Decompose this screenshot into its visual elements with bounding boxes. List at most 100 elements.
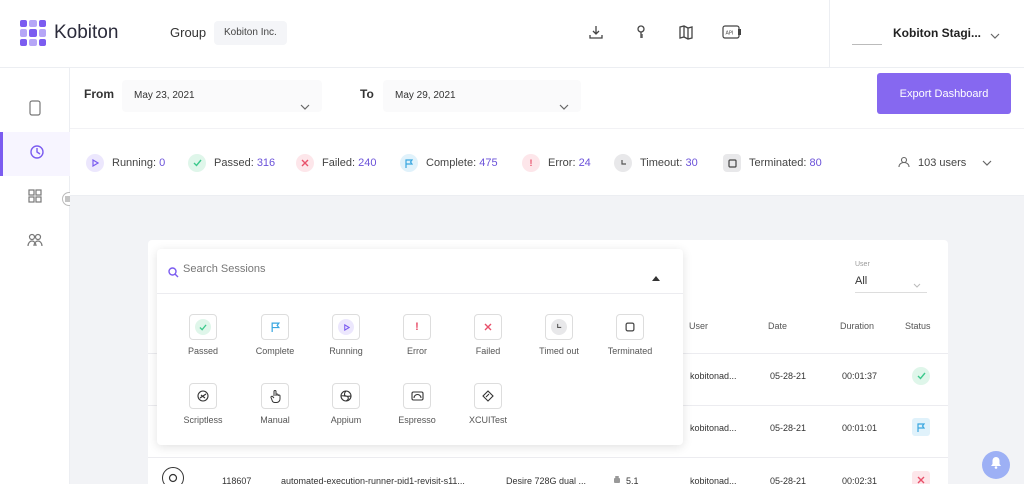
session-status-summary: Running: 0 Passed: 316 Failed: 240 Compl… [70,128,1024,196]
stat-value: 30 [685,157,698,169]
column-header-date[interactable]: Date [768,321,787,331]
filter-option-label: Running [329,346,363,356]
stat-label: Timeout: [640,157,683,169]
search-bar [157,249,683,294]
filter-option-running[interactable]: Running [309,314,383,356]
row-date: 05-28-21 [770,476,807,484]
filter-option-xcuitest[interactable]: XCUITest [451,383,525,425]
app-name: Kobiton [54,22,119,43]
row-user: kobitonad... [690,371,737,381]
filter-option-error[interactable]: ! Error [380,314,454,356]
stat-value: 24 [578,157,591,169]
exclamation-icon: ! [403,314,431,340]
filter-option-label: Complete [255,346,295,356]
x-icon [296,154,314,172]
stat-value: 240 [358,157,377,169]
filter-option-timed-out[interactable]: Timed out [522,314,596,356]
chevron-down-icon[interactable] [990,26,1000,44]
svg-text:API: API [726,31,734,37]
row-os-version: 5.1 [626,476,639,484]
status-failed-icon [912,471,930,484]
account-name[interactable]: Kobiton Stagi... [893,26,981,40]
map-icon[interactable] [676,22,696,42]
group-selector[interactable]: Kobiton Inc. [214,21,287,45]
filter-option-failed[interactable]: Failed [451,314,525,356]
sidebar-item-users[interactable] [0,220,70,264]
chevron-down-icon [913,279,921,291]
users-count: 103 users [918,157,967,169]
kobiton-logo[interactable]: Kobiton [20,20,118,46]
sidebar-item-apps[interactable] [0,176,70,220]
filter-option-manual[interactable]: Manual [238,383,312,425]
column-header-user[interactable]: User [689,321,708,331]
stat-label: Running: [112,157,157,169]
sidebar-item-devices[interactable] [0,88,70,132]
stat-label: Terminated: [749,157,807,169]
export-dashboard-button[interactable]: Export Dashboard [877,73,1011,114]
stat-failed[interactable]: Failed: 240 [296,154,376,172]
stop-icon [723,154,741,172]
filter-option-label: Passed [187,346,219,356]
top-bar: Kobiton Group Kobiton Inc. API Kobiton S… [0,0,1024,68]
search-icon [168,265,179,283]
phone-icon [29,99,41,121]
stat-terminated[interactable]: Terminated: 80 [723,154,822,172]
user-icon [898,156,910,171]
sidebar-item-sessions[interactable] [0,132,70,176]
users-filter[interactable]: 103 users [892,147,1006,179]
hand-pointer-icon [261,383,289,409]
stat-label: Complete: [426,157,477,169]
xcuitest-icon [474,383,502,409]
stat-error[interactable]: ! Error: 24 [522,154,591,172]
play-icon [332,314,360,340]
users-icon [27,233,43,252]
status-passed-icon [912,367,930,385]
flag-icon [400,154,418,172]
key-icon[interactable] [631,22,651,42]
row-session-name[interactable]: automated-execution-runner-pid1-revisit-… [281,476,465,484]
api-icon[interactable]: API [721,22,743,42]
row-date: 05-28-21 [770,371,807,381]
filter-option-espresso[interactable]: Espresso [380,383,454,425]
column-header-duration[interactable]: Duration [840,321,874,331]
stat-running[interactable]: Running: 0 [86,154,165,172]
to-label: To [360,87,374,101]
user-filter-label: User [855,261,870,268]
stat-label: Passed: [214,157,254,169]
bell-icon [990,456,1002,474]
user-filter-value: All [855,275,868,287]
scriptless-icon [162,467,184,484]
session-search-dropdown: Passed Complete Running ! Error Failed [157,249,683,445]
stat-complete[interactable]: Complete: 475 [400,154,498,172]
filter-option-label: Appium [330,415,362,425]
stat-label: Failed: [322,157,356,169]
stat-timeout[interactable]: Timeout: 30 [614,154,698,172]
scriptless-icon [189,383,217,409]
row-duration: 00:01:01 [842,423,878,433]
filter-option-label: Timed out [539,346,579,356]
filter-option-passed[interactable]: Passed [166,314,240,356]
clock-icon [29,144,45,165]
filter-option-label: Scriptless [183,415,223,425]
timer-icon [545,314,573,340]
android-icon [613,475,621,484]
row-duration: 00:02:31 [842,476,878,484]
filter-option-terminated[interactable]: Terminated [593,314,667,356]
filter-option-scriptless[interactable]: Scriptless [166,383,240,425]
filter-option-appium[interactable]: Appium [309,383,383,425]
user-filter-select[interactable]: All [855,275,927,293]
caret-up-icon[interactable] [652,268,660,286]
stat-value: 475 [479,157,498,169]
from-date-select[interactable]: May 23, 2021 [122,80,322,112]
check-icon [189,314,217,340]
chevron-down-icon [300,92,310,124]
stat-value: 316 [256,157,276,169]
search-input[interactable] [183,263,623,275]
stat-value: 0 [159,157,166,169]
column-header-status[interactable]: Status [905,321,931,331]
download-icon[interactable] [586,22,606,42]
to-date-select[interactable]: May 29, 2021 [383,80,581,112]
filter-option-complete[interactable]: Complete [238,314,312,356]
notification-button[interactable] [982,451,1010,479]
stat-passed[interactable]: Passed: 316 [188,154,275,172]
